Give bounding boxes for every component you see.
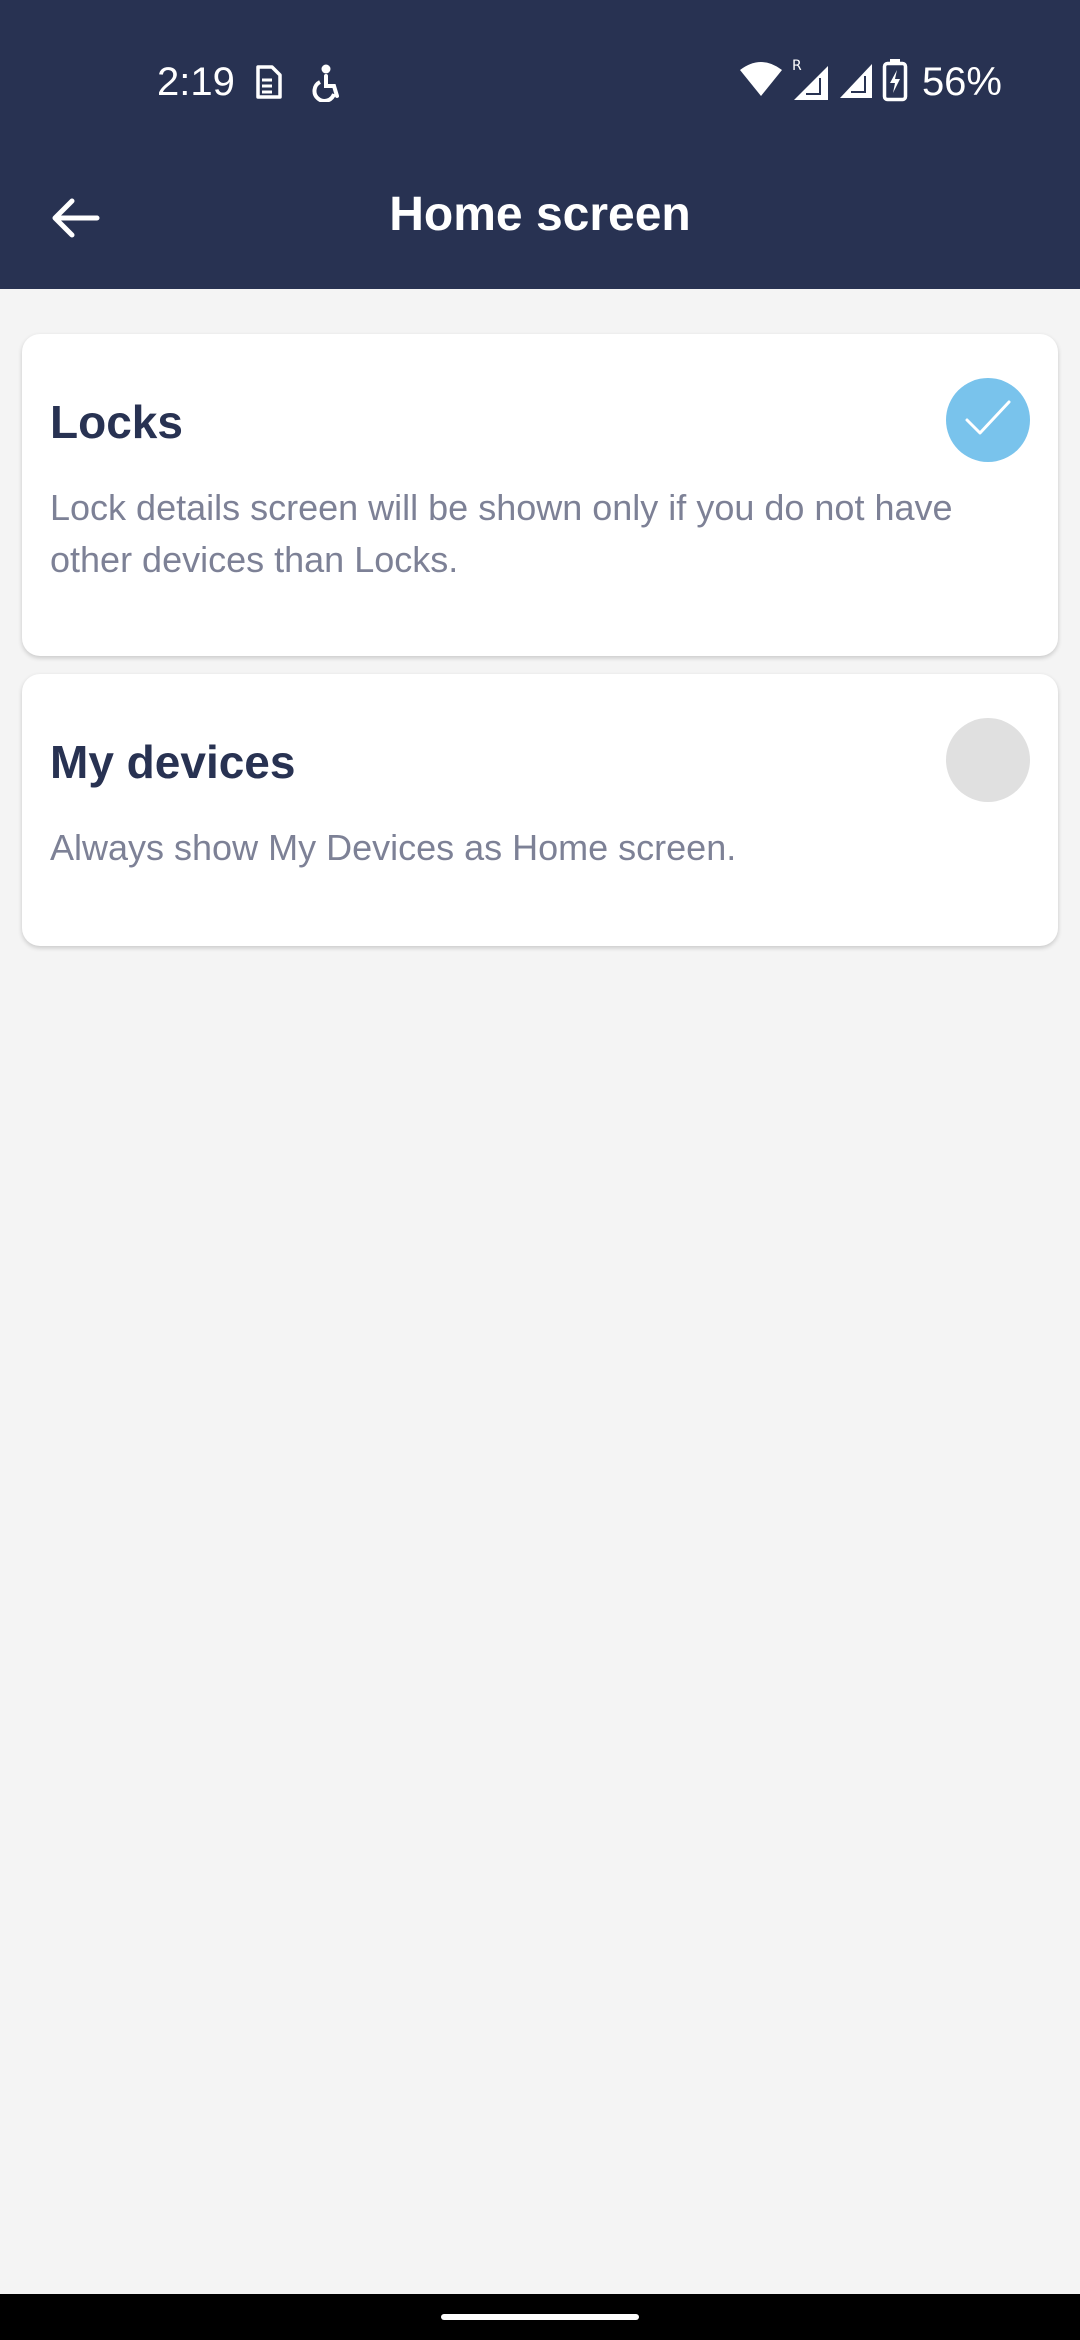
sim-card-icon [247, 62, 287, 102]
page-title: Home screen [389, 188, 691, 241]
option-description: Lock details screen will be shown only i… [50, 487, 953, 580]
battery-charging-icon [882, 58, 908, 107]
option-card-locks[interactable]: Locks Lock details screen will be shown … [22, 334, 1058, 656]
accessibility-icon [306, 62, 346, 103]
roaming-signal-icon: R [792, 58, 830, 107]
option-title: Locks [50, 396, 183, 448]
status-time: 2:19 [157, 60, 235, 104]
battery-level: 56% [921, 60, 1002, 104]
status-right-group: R 56% [738, 56, 1002, 108]
signal-icon [838, 60, 874, 105]
app-bar: Home screen [0, 165, 1080, 289]
options-list: Locks Lock details screen will be shown … [22, 334, 1058, 964]
option-title: My devices [50, 736, 296, 788]
radio-selected[interactable] [946, 378, 1030, 462]
top-bar: 2:19 R 56% Home screen [0, 0, 1080, 289]
option-card-my-devices[interactable]: My devices Always show My Devices as Hom… [22, 674, 1058, 946]
checkmark-icon [963, 398, 1013, 443]
navigation-bar [0, 2294, 1080, 2340]
wifi-icon [738, 60, 784, 105]
option-description: Always show My Devices as Home screen. [50, 827, 737, 868]
status-bar: 2:19 R 56% [0, 0, 1080, 165]
radio-unselected[interactable] [946, 718, 1030, 802]
svg-text:R: R [792, 58, 802, 74]
home-indicator[interactable] [441, 2314, 639, 2320]
